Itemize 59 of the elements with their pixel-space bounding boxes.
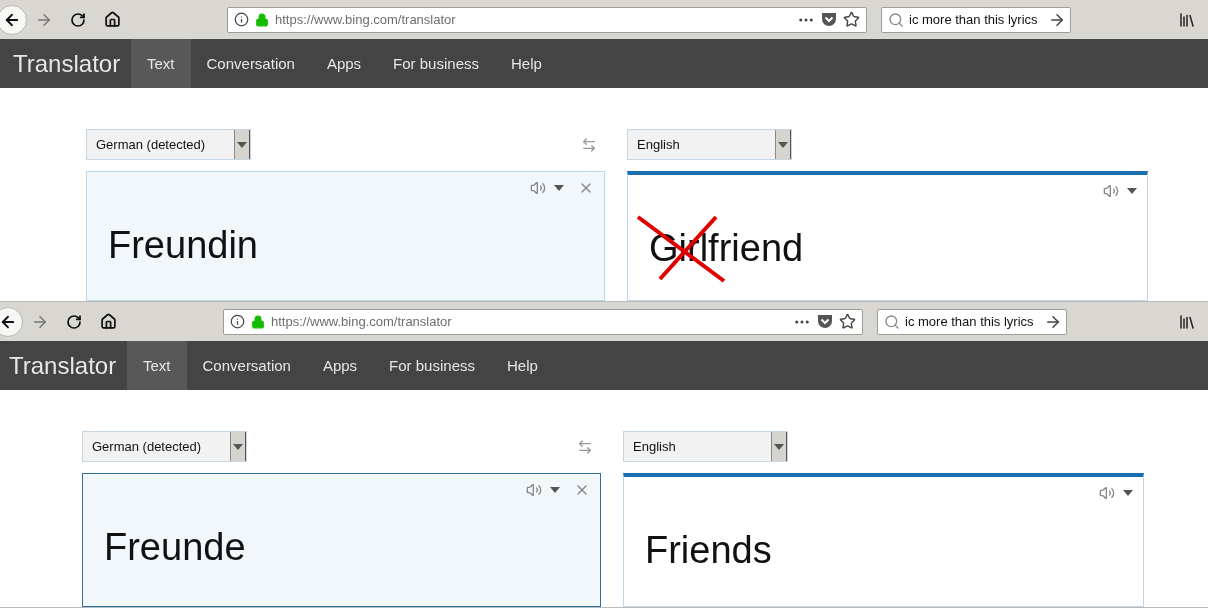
back-button[interactable]: [0, 306, 23, 337]
reload-icon: [70, 11, 86, 28]
nav-tab[interactable]: Apps: [310, 39, 378, 88]
caret-icon[interactable]: [1127, 188, 1137, 194]
info-icon[interactable]: [230, 314, 245, 329]
target-language-select[interactable]: English: [623, 431, 788, 462]
source-text-box[interactable]: Freunde: [82, 473, 601, 607]
caret-icon[interactable]: [550, 487, 560, 493]
search-icon: [888, 11, 904, 28]
dropdown-caret-icon[interactable]: [233, 443, 243, 450]
dropdown-caret-icon[interactable]: [774, 443, 784, 450]
brand-title[interactable]: Translator: [0, 39, 131, 88]
source-language-select[interactable]: German (detected): [86, 129, 251, 160]
address-bar[interactable]: https://www.bing.com/translator: [227, 6, 867, 33]
library-icon[interactable]: [1178, 312, 1196, 331]
url-text: https://www.bing.com/translator: [275, 12, 457, 27]
source-text: Freunde: [104, 526, 246, 569]
nav-tab[interactable]: Help: [491, 341, 554, 390]
bookmark-star-icon[interactable]: [839, 313, 856, 330]
translated-text: Friends: [645, 529, 772, 572]
source-language-select[interactable]: German (detected): [82, 431, 247, 462]
dropdown-caret-icon[interactable]: [237, 141, 247, 148]
pocket-icon[interactable]: [821, 12, 837, 27]
url-text: https://www.bing.com/translator: [271, 314, 453, 329]
search-field[interactable]: ic more than this lyrics: [881, 6, 1071, 33]
search-icon: [884, 313, 900, 330]
home-icon: [99, 313, 117, 330]
target-language-select[interactable]: English: [627, 129, 792, 160]
nav-tab[interactable]: For business: [377, 39, 495, 88]
dropdown-caret-icon[interactable]: [778, 141, 788, 148]
info-icon[interactable]: [234, 12, 249, 27]
nav-tab[interactable]: For business: [373, 341, 491, 390]
source-text: Freundin: [108, 224, 258, 267]
address-bar[interactable]: https://www.bing.com/translator: [223, 308, 863, 335]
lock-icon: [251, 314, 265, 329]
pocket-icon[interactable]: [817, 314, 833, 329]
brand-title[interactable]: Translator: [0, 341, 127, 390]
nav-tab[interactable]: Apps: [306, 341, 374, 390]
speaker-icon[interactable]: [1099, 485, 1115, 501]
speaker-icon[interactable]: [530, 180, 546, 196]
caret-icon[interactable]: [554, 185, 564, 191]
nav-tab[interactable]: Text: [131, 39, 191, 88]
lock-icon: [255, 12, 269, 27]
nav-tab[interactable]: Conversation: [186, 341, 307, 390]
source-text-box[interactable]: Freundin: [86, 171, 605, 301]
nav-tab[interactable]: Conversation: [190, 39, 311, 88]
back-button[interactable]: [0, 4, 27, 35]
search-field[interactable]: ic more than this lyrics: [877, 308, 1067, 335]
speaker-icon[interactable]: [1103, 183, 1119, 199]
library-icon[interactable]: [1178, 10, 1196, 29]
swap-icon[interactable]: [581, 136, 597, 153]
nav-tab[interactable]: Text: [127, 341, 187, 390]
caret-icon[interactable]: [1123, 490, 1133, 496]
bookmark-star-icon[interactable]: [843, 11, 860, 28]
speaker-icon[interactable]: [526, 482, 542, 498]
home-icon: [103, 11, 121, 28]
reload-icon: [66, 313, 82, 330]
swap-icon[interactable]: [577, 438, 593, 455]
nav-tab[interactable]: Help: [495, 39, 558, 88]
